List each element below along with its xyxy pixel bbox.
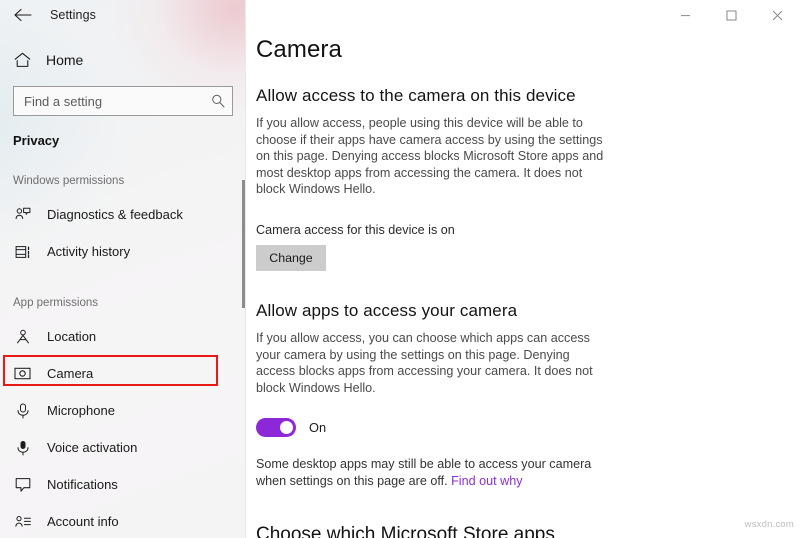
watermark: wsxdn.com bbox=[745, 519, 794, 530]
page-title: Camera bbox=[256, 36, 800, 64]
sidebar-item-label: Camera bbox=[47, 366, 93, 381]
main-content: Camera Allow access to the camera on thi… bbox=[246, 0, 800, 538]
microphone-icon bbox=[14, 402, 31, 419]
app-access-toggle-row: On bbox=[256, 418, 800, 437]
app-title: Settings bbox=[50, 8, 96, 22]
minimize-button[interactable] bbox=[662, 0, 708, 30]
sidebar-item-location[interactable]: Location bbox=[0, 318, 246, 355]
voice-activation-icon bbox=[14, 439, 31, 456]
app-access-toggle-label: On bbox=[309, 420, 326, 435]
sidebar-item-home[interactable]: Home bbox=[0, 47, 246, 73]
location-icon bbox=[14, 328, 31, 345]
sidebar-item-label: Voice activation bbox=[47, 440, 137, 455]
sidebar-group-heading-app-permissions: App permissions bbox=[13, 297, 246, 309]
section-heading-app-access: Allow apps to access your camera bbox=[256, 301, 800, 321]
sidebar-item-voice-activation[interactable]: Voice activation bbox=[0, 429, 246, 466]
back-arrow-icon[interactable] bbox=[14, 6, 32, 24]
sidebar-item-activity-history[interactable]: Activity history bbox=[0, 233, 246, 270]
maximize-button[interactable] bbox=[708, 0, 754, 30]
find-out-why-link[interactable]: Find out why bbox=[451, 474, 522, 488]
section-heading-device-access: Allow access to the camera on this devic… bbox=[256, 86, 800, 106]
section-body-device-access: If you allow access, people using this d… bbox=[256, 115, 608, 198]
sidebar-item-microphone[interactable]: Microphone bbox=[0, 392, 246, 429]
notifications-icon bbox=[14, 476, 31, 493]
sidebar-item-camera[interactable]: Camera bbox=[0, 355, 246, 392]
camera-icon bbox=[14, 365, 31, 382]
change-button[interactable]: Change bbox=[256, 245, 326, 271]
search-box[interactable] bbox=[13, 86, 233, 116]
sidebar-item-notifications[interactable]: Notifications bbox=[0, 466, 246, 503]
search-icon[interactable] bbox=[210, 94, 225, 109]
sidebar-titlebar: Settings bbox=[0, 0, 246, 30]
search-input[interactable] bbox=[24, 94, 210, 109]
sidebar-item-label: Microphone bbox=[47, 403, 115, 418]
sidebar-category-title: Privacy bbox=[13, 133, 246, 148]
sidebar-item-label: Notifications bbox=[47, 477, 118, 492]
sidebar-group-heading-windows-permissions: Windows permissions bbox=[13, 175, 246, 187]
sidebar-item-diagnostics-feedback[interactable]: Diagnostics & feedback bbox=[0, 196, 246, 233]
account-info-icon bbox=[14, 513, 31, 530]
desktop-apps-note-text: Some desktop apps may still be able to a… bbox=[256, 457, 591, 488]
history-icon bbox=[14, 243, 31, 260]
desktop-apps-note: Some desktop apps may still be able to a… bbox=[256, 456, 608, 489]
sidebar: Settings Home Privacy Windows permiss bbox=[0, 0, 246, 538]
section-body-app-access: If you allow access, you can choose whic… bbox=[256, 330, 608, 396]
sidebar-item-label: Location bbox=[47, 329, 96, 344]
sidebar-item-camera-wrapper: Camera bbox=[0, 355, 246, 392]
sidebar-item-label: Activity history bbox=[47, 244, 130, 259]
sidebar-item-label: Diagnostics & feedback bbox=[47, 207, 183, 222]
app-access-toggle[interactable] bbox=[256, 418, 296, 437]
device-access-status: Camera access for this device is on bbox=[256, 223, 800, 237]
close-button[interactable] bbox=[754, 0, 800, 30]
sidebar-item-home-label: Home bbox=[46, 52, 83, 68]
toggle-knob bbox=[280, 421, 293, 434]
section-heading-store-apps: Choose which Microsoft Store apps can ac… bbox=[256, 523, 586, 538]
sidebar-item-account-info[interactable]: Account info bbox=[0, 503, 246, 538]
window-controls bbox=[662, 0, 800, 30]
feedback-icon bbox=[14, 206, 31, 223]
home-icon bbox=[13, 51, 31, 69]
settings-window: Settings Home Privacy Windows permiss bbox=[0, 0, 800, 538]
sidebar-item-label: Account info bbox=[47, 514, 119, 529]
settings-panel: Camera Allow access to the camera on thi… bbox=[246, 0, 800, 538]
